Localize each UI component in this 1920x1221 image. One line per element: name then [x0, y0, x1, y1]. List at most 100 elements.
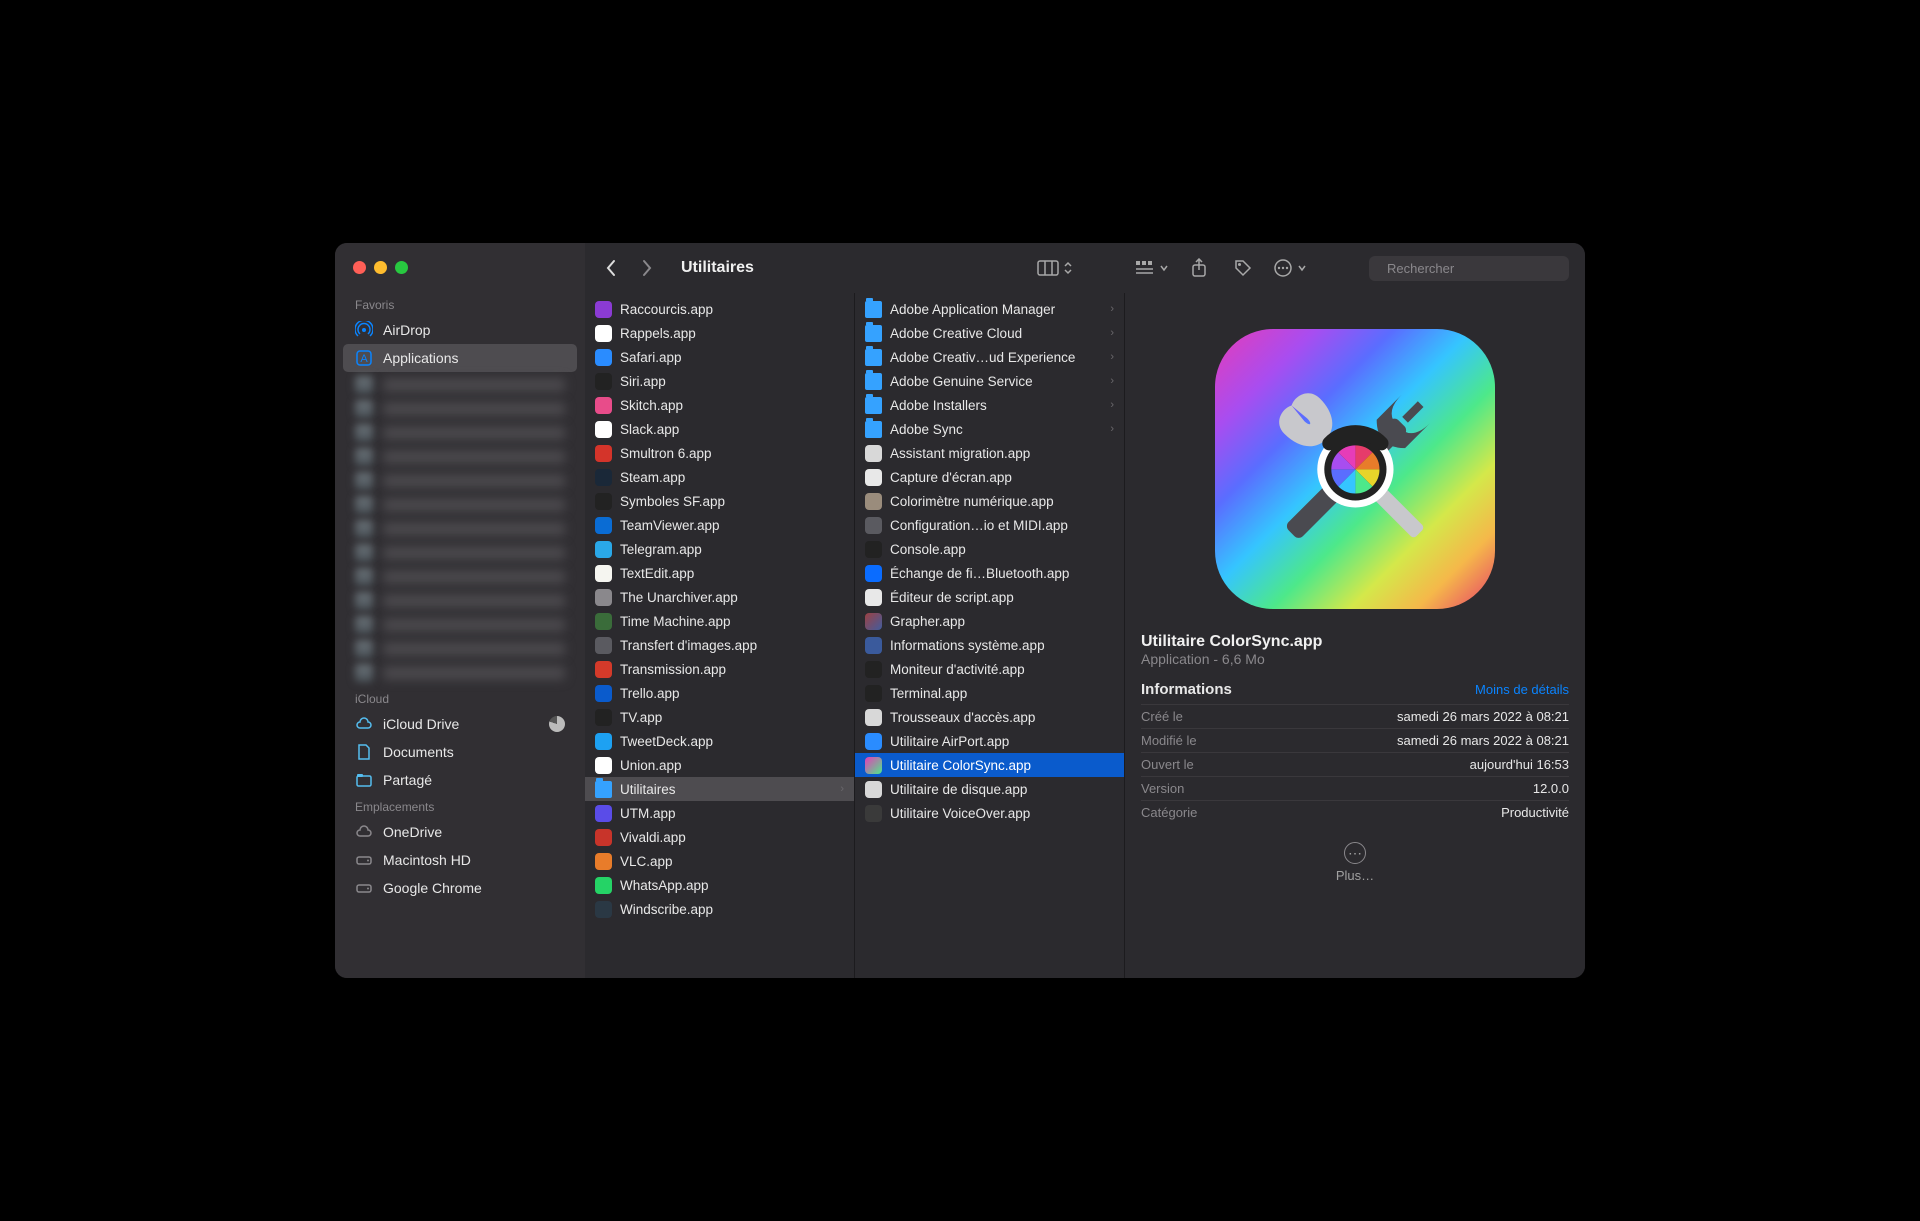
action-button[interactable] [1273, 258, 1307, 278]
search-field[interactable] [1369, 256, 1569, 281]
file-row[interactable]: Telegram.app [585, 537, 854, 561]
tag-button[interactable] [1229, 256, 1257, 280]
file-row[interactable]: Utilitaire de disque.app [855, 777, 1124, 801]
file-row[interactable]: Éditeur de script.app [855, 585, 1124, 609]
file-row[interactable]: Steam.app [585, 465, 854, 489]
file-row[interactable]: Capture d'écran.app [855, 465, 1124, 489]
column-applications[interactable]: Raccourcis.appRappels.appSafari.app Siri.… [585, 293, 855, 978]
file-row[interactable]: Grapher.app [855, 609, 1124, 633]
view-mode-button[interactable] [1037, 260, 1073, 276]
sidebar-item[interactable]: AirDrop [335, 316, 585, 344]
file-row[interactable]: Informations système.app [855, 633, 1124, 657]
folder-row[interactable]: Utilitaires› [585, 777, 854, 801]
sidebar-item[interactable]: Documents [335, 738, 585, 766]
file-row[interactable]: Time Machine.app [585, 609, 854, 633]
info-key: Version [1141, 781, 1184, 796]
sidebar-item[interactable]: iCloud Drive [335, 710, 585, 738]
file-row[interactable]: TeamViewer.app [585, 513, 854, 537]
sidebar-item[interactable]: Google Chrome [335, 874, 585, 902]
file-row[interactable]: Windscribe.app [585, 897, 854, 921]
maximize-button[interactable] [395, 261, 408, 274]
app-icon [595, 709, 612, 726]
file-label: Transmission.app [620, 662, 844, 677]
minimize-button[interactable] [374, 261, 387, 274]
file-row[interactable]: Échange de fi…Bluetooth.app [855, 561, 1124, 585]
chevron-right-icon: › [1110, 375, 1114, 387]
file-row[interactable]: Skitch.app [585, 393, 854, 417]
file-row[interactable]: UTM.app [585, 801, 854, 825]
folder-row[interactable]: Adobe Creativ…ud Experience› [855, 345, 1124, 369]
details-toggle[interactable]: Moins de détails [1475, 682, 1569, 697]
app-icon [865, 685, 882, 702]
app-icon [865, 541, 882, 558]
file-row[interactable]: Slack.app [585, 417, 854, 441]
sidebar-item-redacted [355, 566, 565, 588]
app-icon [595, 589, 612, 606]
file-row[interactable]: Transfert d'images.app [585, 633, 854, 657]
folder-row[interactable]: Adobe Creative Cloud› [855, 321, 1124, 345]
search-input[interactable] [1387, 261, 1563, 276]
sidebar-item-label: Documents [383, 744, 454, 760]
file-row[interactable]: Trello.app [585, 681, 854, 705]
folder-row[interactable]: Adobe Sync› [855, 417, 1124, 441]
file-row[interactable]: Safari.app [585, 345, 854, 369]
file-row[interactable]: Union.app [585, 753, 854, 777]
sidebar-item[interactable]: OneDrive [335, 818, 585, 846]
file-row[interactable]: Assistant migration.app [855, 441, 1124, 465]
app-icon [865, 733, 882, 750]
sidebar-item[interactable]: Macintosh HD [335, 846, 585, 874]
share-button[interactable] [1185, 256, 1213, 280]
file-label: Échange de fi…Bluetooth.app [890, 566, 1114, 581]
file-row[interactable]: Moniteur d'activité.app [855, 657, 1124, 681]
file-label: Colorimètre numérique.app [890, 494, 1114, 509]
finder-window: FavorisAirDropAApplicationsiCloudiCloud … [335, 243, 1585, 978]
file-row[interactable]: Rappels.app [585, 321, 854, 345]
file-row[interactable]: Utilitaire VoiceOver.app [855, 801, 1124, 825]
file-row[interactable]: Terminal.app [855, 681, 1124, 705]
file-row[interactable]: Trousseaux d'accès.app [855, 705, 1124, 729]
app-icon [595, 469, 612, 486]
file-row[interactable]: Transmission.app [585, 657, 854, 681]
more-icon [1344, 842, 1366, 864]
sidebar-item-redacted [355, 614, 565, 636]
file-row[interactable]: TweetDeck.app [585, 729, 854, 753]
file-row[interactable]: VLC.app [585, 849, 854, 873]
app-icon [595, 685, 612, 702]
column-utilitaires[interactable]: Adobe Application Manager›Adobe Creative… [855, 293, 1125, 978]
forward-button[interactable] [637, 258, 657, 278]
sidebar-item-redacted [355, 590, 565, 612]
more-button[interactable]: Plus… [1336, 842, 1374, 883]
file-label: UTM.app [620, 806, 844, 821]
back-button[interactable] [601, 258, 621, 278]
file-row[interactable]: Smultron 6.app [585, 441, 854, 465]
file-label: Siri.app [620, 374, 844, 389]
folder-row[interactable]: Adobe Installers› [855, 393, 1124, 417]
file-row[interactable]: Raccourcis.app [585, 297, 854, 321]
file-row[interactable]: TV.app [585, 705, 854, 729]
app-icon [865, 637, 882, 654]
sidebar-item[interactable]: Partagé [335, 766, 585, 794]
file-row[interactable]: Symboles SF.app [585, 489, 854, 513]
file-row[interactable]: Siri.app [585, 369, 854, 393]
file-row[interactable]: Utilitaire AirPort.app [855, 729, 1124, 753]
file-label: Trousseaux d'accès.app [890, 710, 1114, 725]
file-label: Telegram.app [620, 542, 844, 557]
group-button[interactable] [1135, 260, 1169, 276]
file-row[interactable]: WhatsApp.app [585, 873, 854, 897]
app-icon [595, 661, 612, 678]
file-row[interactable]: Utilitaire ColorSync.app [855, 753, 1124, 777]
sidebar-item[interactable]: AApplications [343, 344, 577, 372]
traffic-lights [335, 257, 585, 292]
file-row[interactable]: TextEdit.app [585, 561, 854, 585]
file-row[interactable]: Colorimètre numérique.app [855, 489, 1124, 513]
file-row[interactable]: Vivaldi.app [585, 825, 854, 849]
file-row[interactable]: Console.app [855, 537, 1124, 561]
file-label: VLC.app [620, 854, 844, 869]
file-row[interactable]: The Unarchiver.app [585, 585, 854, 609]
folder-row[interactable]: Adobe Genuine Service› [855, 369, 1124, 393]
file-row[interactable]: Configuration…io et MIDI.app [855, 513, 1124, 537]
close-button[interactable] [353, 261, 366, 274]
folder-row[interactable]: Adobe Application Manager› [855, 297, 1124, 321]
sidebar: FavorisAirDropAApplicationsiCloudiCloud … [335, 243, 585, 978]
info-key: Modifié le [1141, 733, 1197, 748]
